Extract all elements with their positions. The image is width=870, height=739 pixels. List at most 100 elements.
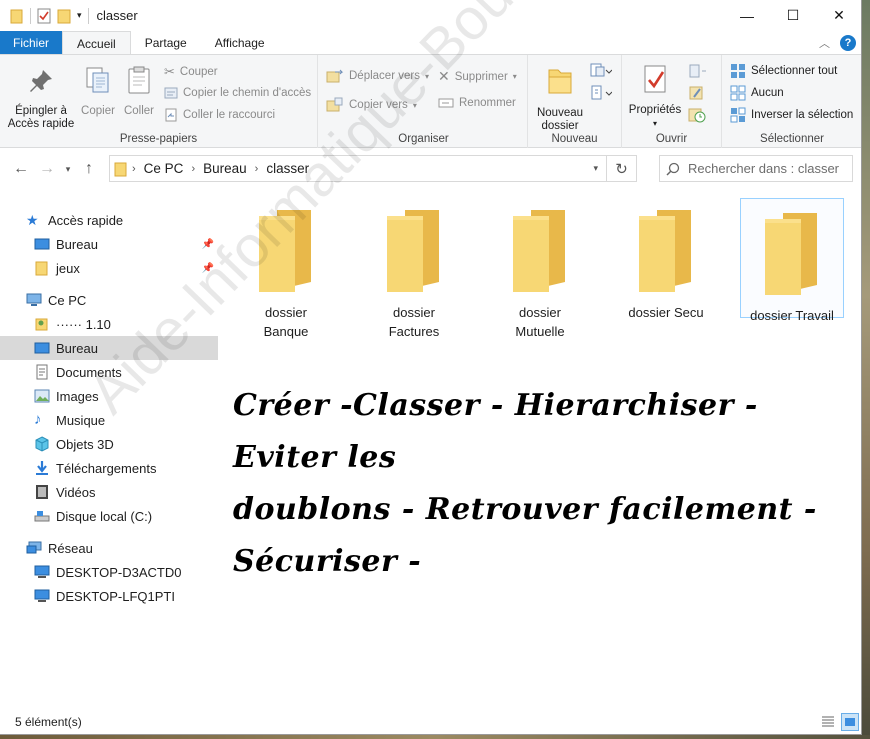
cut-button[interactable]: ✂ Couper xyxy=(164,64,218,80)
folder-icon xyxy=(639,210,691,292)
sidebar-item-videos[interactable]: Vidéos xyxy=(0,480,218,504)
up-arrow-icon[interactable]: ↑ xyxy=(76,160,102,178)
easy-access-icon[interactable] xyxy=(590,85,612,101)
folder-name-line1: dossier Secu xyxy=(628,305,704,320)
pin-label-1: Épingler à xyxy=(15,105,67,117)
sidebar-item-label: Disque local (C:) xyxy=(56,508,153,524)
folder-icon xyxy=(513,210,565,292)
copy-path-button[interactable]: Copier le chemin d'accès xyxy=(164,86,311,100)
group-label: Organiser xyxy=(398,133,449,145)
refresh-icon[interactable]: ↻ xyxy=(607,155,637,182)
sidebar-item-label: DESKTOP-D3ACTD0 xyxy=(56,564,182,580)
copy-button[interactable]: Copier xyxy=(80,65,116,118)
chevron-down-icon: ▾ xyxy=(512,72,517,81)
rename-button[interactable]: Renommer xyxy=(438,97,516,109)
new-folder-label-1: Nouveau xyxy=(536,107,584,119)
copy-to-button[interactable]: Copier vers ▾ xyxy=(326,97,417,113)
folder-item-selected[interactable]: dossier Travail xyxy=(740,198,844,323)
properties-icon[interactable] xyxy=(37,8,51,24)
sidebar-item-user[interactable]: ······ 1.10 xyxy=(0,312,218,336)
breadcrumb-bureau[interactable]: Bureau xyxy=(203,161,247,176)
breadcrumb-separator-icon: › xyxy=(132,162,136,175)
breadcrumb-ce-pc[interactable]: Ce PC xyxy=(144,161,184,176)
tab-partage[interactable]: Partage xyxy=(131,31,201,55)
tab-fichier[interactable]: Fichier xyxy=(0,31,63,55)
large-icons-view-icon[interactable] xyxy=(841,713,859,731)
folder-item[interactable]: dossier Banque xyxy=(234,196,338,339)
maximize-button[interactable]: ☐ xyxy=(770,0,816,31)
pinned-icon: 📌 xyxy=(201,238,214,250)
overlay-line-2: doublons - Retrouver facilement - Sécuri… xyxy=(233,492,817,579)
search-input[interactable]: Rechercher dans : classer xyxy=(659,155,853,182)
toolbar-divider xyxy=(87,7,89,24)
address-bar[interactable]: › Ce PC › Bureau › classer ▾ xyxy=(109,155,607,182)
sidebar-item-jeux[interactable]: jeux 📌 xyxy=(0,256,218,280)
rename-icon xyxy=(438,98,454,108)
new-folder-icon[interactable] xyxy=(57,8,71,24)
paste-shortcut-button[interactable]: Coller le raccourci xyxy=(164,108,275,122)
cut-label: Couper xyxy=(179,66,218,78)
new-folder-button[interactable]: Nouveau dossier xyxy=(532,65,588,133)
history-icon[interactable] xyxy=(688,107,708,123)
back-arrow-icon[interactable]: ← xyxy=(8,160,34,178)
details-view-icon[interactable] xyxy=(819,713,837,731)
sidebar-item-quick-access[interactable]: ★ Accès rapide xyxy=(0,208,218,232)
recent-locations-icon[interactable]: ▾ xyxy=(60,164,76,175)
minimize-button[interactable]: — xyxy=(724,0,770,31)
edit-icon[interactable] xyxy=(688,85,708,101)
paste-shortcut-label: Coller le raccourci xyxy=(183,109,276,121)
paste-button[interactable]: Coller xyxy=(120,65,158,118)
computer-icon xyxy=(34,565,50,578)
new-item-icon[interactable] xyxy=(590,63,612,79)
group-label: Sélectionner xyxy=(760,133,824,145)
sidebar-item-bureau-quick[interactable]: Bureau 📌 xyxy=(0,232,218,256)
select-none-label: Aucun xyxy=(751,87,784,99)
select-all-button[interactable]: Sélectionner tout xyxy=(730,63,837,79)
window-controls: — ☐ ✕ xyxy=(724,0,861,31)
sidebar-item-telechargements[interactable]: Téléchargements xyxy=(0,456,218,480)
sidebar-item-bureau[interactable]: Bureau xyxy=(0,336,218,360)
group-nouveau: Nouveau dossier Nouveau xyxy=(528,55,622,148)
sidebar-item-ce-pc[interactable]: Ce PC xyxy=(0,288,218,312)
select-all-label: Sélectionner tout xyxy=(751,65,838,77)
folder-item[interactable]: dossier Factures xyxy=(362,196,466,339)
sidebar-item-desktop-2[interactable]: DESKTOP-LFQ1PTI xyxy=(0,584,218,608)
rename-label: Renommer xyxy=(459,97,516,109)
folder-item[interactable]: dossier Secu xyxy=(614,196,718,336)
paste-shortcut-icon xyxy=(165,108,177,122)
select-all-icon xyxy=(731,64,745,78)
sidebar-item-documents[interactable]: Documents xyxy=(0,360,218,384)
sidebar-item-label: Images xyxy=(56,388,99,404)
tab-accueil[interactable]: Accueil xyxy=(62,31,131,55)
network-icon xyxy=(26,541,42,554)
tab-affichage[interactable]: Affichage xyxy=(201,31,279,55)
help-icon[interactable]: ? xyxy=(840,35,856,51)
breadcrumb-classer[interactable]: classer xyxy=(266,161,309,176)
select-none-button[interactable]: Aucun xyxy=(730,85,784,101)
folder-icon xyxy=(387,210,439,292)
close-button[interactable]: ✕ xyxy=(816,0,861,31)
pin-quick-access-button[interactable]: Épingler à Accès rapide xyxy=(6,67,76,131)
sidebar-item-musique[interactable]: ♪ Musique xyxy=(0,408,218,432)
collapse-ribbon-icon[interactable]: ︿ xyxy=(819,35,830,51)
search-icon xyxy=(666,162,680,176)
forward-arrow-icon[interactable]: → xyxy=(34,160,60,178)
delete-x-icon: ✕ xyxy=(438,68,450,84)
navigation-pane: ★ Accès rapide Bureau 📌 jeux 📌 Ce PC ···… xyxy=(0,200,218,705)
sidebar-item-disque-local[interactable]: Disque local (C:) xyxy=(0,504,218,528)
move-to-button[interactable]: Déplacer vers ▾ xyxy=(326,68,429,84)
customize-qat-icon[interactable]: ▾ xyxy=(77,10,82,21)
copy-path-label: Copier le chemin d'accès xyxy=(183,87,312,99)
folder-item[interactable]: dossier Mutuelle xyxy=(488,196,592,339)
pictures-icon xyxy=(34,389,50,403)
sidebar-item-label: Bureau xyxy=(56,340,98,356)
address-dropdown-icon[interactable]: ▾ xyxy=(593,163,598,174)
sidebar-item-reseau[interactable]: Réseau xyxy=(0,536,218,560)
invert-selection-button[interactable]: Inverser la sélection xyxy=(730,107,853,123)
properties-button[interactable]: Propriétés ▾ xyxy=(626,64,684,130)
open-icon[interactable] xyxy=(688,63,708,79)
sidebar-item-desktop-1[interactable]: DESKTOP-D3ACTD0 xyxy=(0,560,218,584)
sidebar-item-images[interactable]: Images xyxy=(0,384,218,408)
sidebar-item-objets-3d[interactable]: Objets 3D xyxy=(0,432,218,456)
delete-button[interactable]: ✕ Supprimer ▾ xyxy=(438,68,517,85)
